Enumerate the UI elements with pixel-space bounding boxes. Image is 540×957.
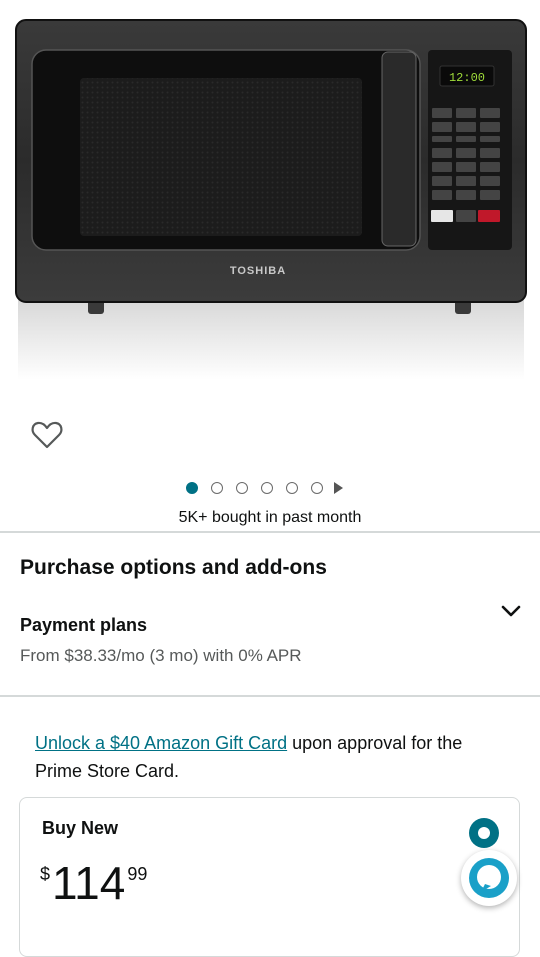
heart-icon[interactable] <box>30 418 64 452</box>
buy-new-radio[interactable] <box>469 818 499 848</box>
start-button <box>431 210 453 222</box>
door-window <box>80 78 362 236</box>
stop-button <box>478 210 500 222</box>
carousel-dot[interactable] <box>211 482 223 494</box>
carousel-dot[interactable] <box>311 482 323 494</box>
price-fraction: 99 <box>127 864 148 884</box>
mute-button <box>456 210 476 222</box>
price-symbol: $ <box>40 864 51 884</box>
image-carousel-dots[interactable] <box>186 480 343 496</box>
divider <box>0 695 540 697</box>
gift-card-link[interactable]: Unlock a $40 Amazon Gift Card <box>35 733 287 753</box>
bought-count: 5K+ bought in past month <box>178 509 362 526</box>
brand-logo: TOSHIBA <box>230 265 286 277</box>
chevron-down-icon[interactable] <box>500 600 522 622</box>
price: $ 114 99 <box>40 856 147 910</box>
play-icon[interactable] <box>334 482 343 494</box>
gift-card-offer: Unlock a $40 Amazon Gift Card upon appro… <box>35 729 505 785</box>
purchase-options-heading: Purchase options and add-ons <box>20 556 327 579</box>
carousel-dot[interactable] <box>286 482 298 494</box>
payment-plans-detail: From $38.33/mo (3 mo) with 0% APR <box>20 646 302 665</box>
divider <box>0 531 540 533</box>
payment-plans-title[interactable]: Payment plans <box>20 615 147 636</box>
door-handle <box>381 51 417 247</box>
carousel-dot[interactable] <box>261 482 273 494</box>
price-whole: 114 <box>52 857 126 909</box>
product-image[interactable]: TOSHIBA 12:00 <box>0 0 540 390</box>
display-time: 12:00 <box>449 71 485 85</box>
alexa-icon[interactable] <box>461 850 517 906</box>
buy-new-label: Buy New <box>42 818 119 838</box>
carousel-dot[interactable] <box>236 482 248 494</box>
carousel-dot[interactable] <box>186 482 198 494</box>
